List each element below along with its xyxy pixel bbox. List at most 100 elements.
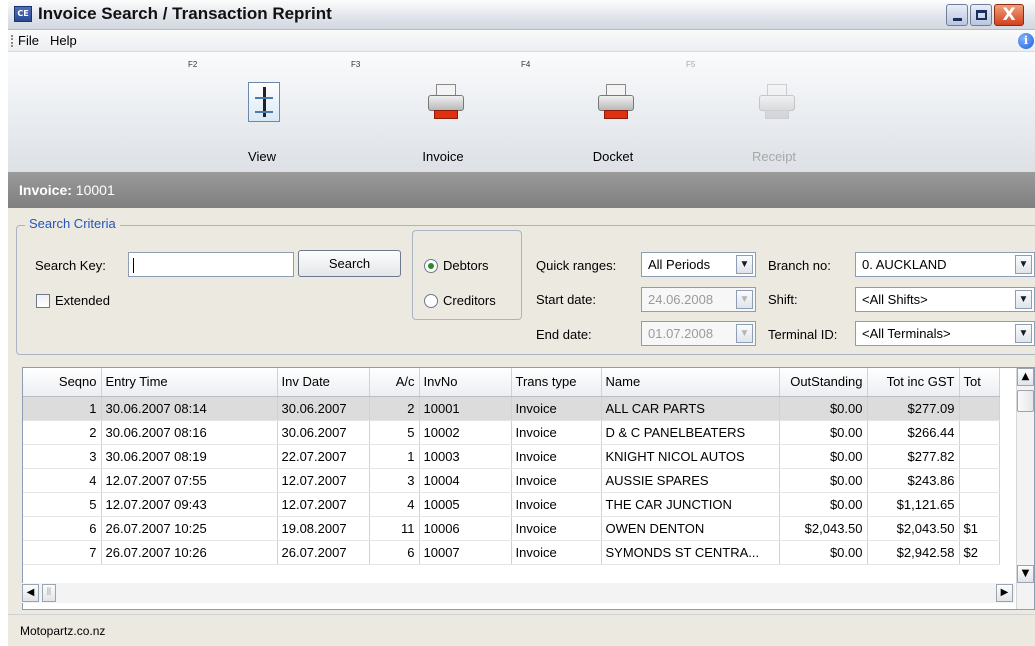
column-header[interactable]: Tot inc GST [867, 368, 960, 397]
receipt-print-button[interactable]: F5 Receipt [686, 52, 834, 172]
maximize-button[interactable] [970, 4, 992, 26]
start-date-picker[interactable]: 24.06.2008 ▼ [641, 287, 756, 312]
table-cell [959, 420, 1000, 445]
table-row[interactable]: 2 30.06.2007 08:16 30.06.2007 5 10002 Invoice… [23, 420, 1000, 445]
table-row[interactable]: 6 26.07.2007 10:25 19.08.2007 11 10006 Invoic… [23, 516, 1000, 541]
minimize-button[interactable] [946, 4, 968, 26]
menu-file[interactable]: File [18, 33, 39, 48]
chevron-down-icon[interactable]: ▼ [736, 324, 753, 343]
printer-icon [426, 84, 466, 122]
vertical-scrollbar[interactable]: ▲ ▼ [1016, 368, 1034, 609]
table-cell: 4 [23, 468, 102, 493]
column-header[interactable]: Inv Date [277, 368, 370, 397]
table-cell: 2 [23, 420, 102, 445]
receipt-shortcut: F5 [686, 60, 696, 69]
transactions-grid: Seqno Entry Time Inv Date A/c InvNo Tran… [22, 367, 1035, 610]
creditors-label[interactable]: Creditors [443, 293, 496, 308]
docket-shortcut: F4 [521, 60, 531, 69]
table-row[interactable]: 5 12.07.2007 09:43 12.07.2007 4 10005 Invoice… [23, 492, 1000, 517]
start-date-label: Start date: [536, 292, 596, 307]
table-cell: $0.00 [779, 396, 868, 421]
table-cell: $0.00 [779, 444, 868, 469]
table-cell: 6 [23, 516, 102, 541]
table-cell: $0.00 [779, 468, 868, 493]
scroll-thumb[interactable]: ⦀ [42, 584, 56, 602]
title-bar[interactable]: CE Invoice Search / Transaction Reprint … [8, 0, 1035, 30]
shift-select[interactable]: <All Shifts> ▼ [855, 287, 1035, 312]
invoice-shortcut: F3 [351, 60, 361, 69]
table-cell: OWEN DENTON [601, 516, 780, 541]
extended-label[interactable]: Extended [55, 293, 110, 308]
chevron-down-icon[interactable]: ▼ [1015, 290, 1032, 309]
table-cell: $0.00 [779, 420, 868, 445]
table-cell: SYMONDS ST CENTRA... [601, 540, 780, 565]
table-cell [959, 444, 1000, 469]
chevron-down-icon[interactable]: ▼ [1015, 255, 1032, 274]
toolbar: F2 View F3 Invoice F4 Docket F5 Receipt [8, 52, 1035, 172]
info-icon[interactable]: i [1018, 33, 1034, 49]
table-row[interactable]: 3 30.06.2007 08:19 22.07.2007 1 10003 Invoice… [23, 444, 1000, 469]
scroll-up-icon[interactable]: ▲ [1017, 368, 1034, 386]
horizontal-scrollbar[interactable]: ◀ ⦀ ▶ [22, 583, 1015, 603]
table-cell: 12.07.2007 [277, 468, 370, 493]
search-key-input[interactable] [128, 252, 294, 277]
application-window: CE Invoice Search / Transaction Reprint … [8, 0, 1035, 646]
end-date-value: 01.07.2008 [648, 326, 714, 341]
chevron-down-icon[interactable]: ▼ [736, 255, 753, 274]
transactions-table: Seqno Entry Time Inv Date A/c InvNo Tran… [23, 368, 1000, 565]
column-header[interactable]: Entry Time [101, 368, 278, 397]
table-row[interactable]: 4 12.07.2007 07:55 12.07.2007 3 10004 Invoice… [23, 468, 1000, 493]
end-date-picker[interactable]: 01.07.2008 ▼ [641, 321, 756, 346]
table-cell: $1 [959, 516, 1000, 541]
creditors-radio[interactable] [424, 294, 438, 308]
view-button[interactable]: F2 View [188, 52, 322, 172]
column-header[interactable]: A/c [369, 368, 420, 397]
toolbar-grip-icon[interactable] [11, 35, 13, 47]
search-key-label: Search Key: [35, 258, 106, 273]
debtors-label[interactable]: Debtors [443, 258, 489, 273]
docket-print-button[interactable]: F4 Docket [521, 52, 673, 172]
scroll-right-icon[interactable]: ▶ [996, 584, 1013, 602]
app-icon[interactable]: CE [14, 6, 32, 22]
column-header[interactable]: Trans type [511, 368, 602, 397]
quick-ranges-select[interactable]: All Periods ▼ [641, 252, 756, 277]
chevron-down-icon[interactable]: ▼ [1015, 324, 1032, 343]
docket-label: Docket [592, 149, 634, 164]
table-row[interactable]: 7 26.07.2007 10:26 26.07.2007 6 10007 Invoice… [23, 540, 1000, 565]
table-cell: 2 [369, 396, 420, 421]
table-cell: 4 [369, 492, 420, 517]
text-caret [133, 258, 134, 274]
table-cell: $243.86 [867, 468, 960, 493]
chevron-down-icon[interactable]: ▼ [736, 290, 753, 309]
scroll-thumb[interactable] [1017, 390, 1034, 412]
table-cell: $266.44 [867, 420, 960, 445]
table-cell: 26.07.2007 [277, 540, 370, 565]
scroll-left-icon[interactable]: ◀ [22, 584, 39, 602]
terminal-select[interactable]: <All Terminals> ▼ [855, 321, 1035, 346]
column-header[interactable]: Seqno [23, 368, 102, 397]
extended-checkbox[interactable] [36, 294, 50, 308]
menu-bar: File Help i [8, 30, 1035, 52]
search-button[interactable]: Search [298, 250, 401, 277]
scroll-down-icon[interactable]: ▼ [1017, 565, 1034, 583]
column-header[interactable]: Name [601, 368, 780, 397]
table-cell: ALL CAR PARTS [601, 396, 780, 421]
close-button[interactable]: X [994, 4, 1024, 26]
column-header[interactable]: InvNo [419, 368, 512, 397]
invoice-print-button[interactable]: F3 Invoice [351, 52, 503, 172]
close-icon: X [1002, 5, 1016, 25]
table-cell: THE CAR JUNCTION [601, 492, 780, 517]
table-row[interactable]: 1 30.06.2007 08:14 30.06.2007 2 10001 Invoice… [23, 396, 1000, 421]
debtors-radio[interactable] [424, 259, 438, 273]
menu-help[interactable]: Help [50, 33, 77, 48]
end-date-label: End date: [536, 327, 592, 342]
quick-ranges-value: All Periods [648, 257, 711, 272]
column-header[interactable]: Tot [959, 368, 1000, 397]
terminal-value: <All Terminals> [862, 326, 951, 341]
branch-select[interactable]: 0. AUCKLAND ▼ [855, 252, 1035, 277]
table-cell: $0.00 [779, 492, 868, 517]
column-header[interactable]: OutStanding [779, 368, 868, 397]
table-cell: $1,121.65 [867, 492, 960, 517]
table-cell: 10007 [419, 540, 512, 565]
table-cell: 30.06.2007 08:14 [101, 396, 278, 421]
